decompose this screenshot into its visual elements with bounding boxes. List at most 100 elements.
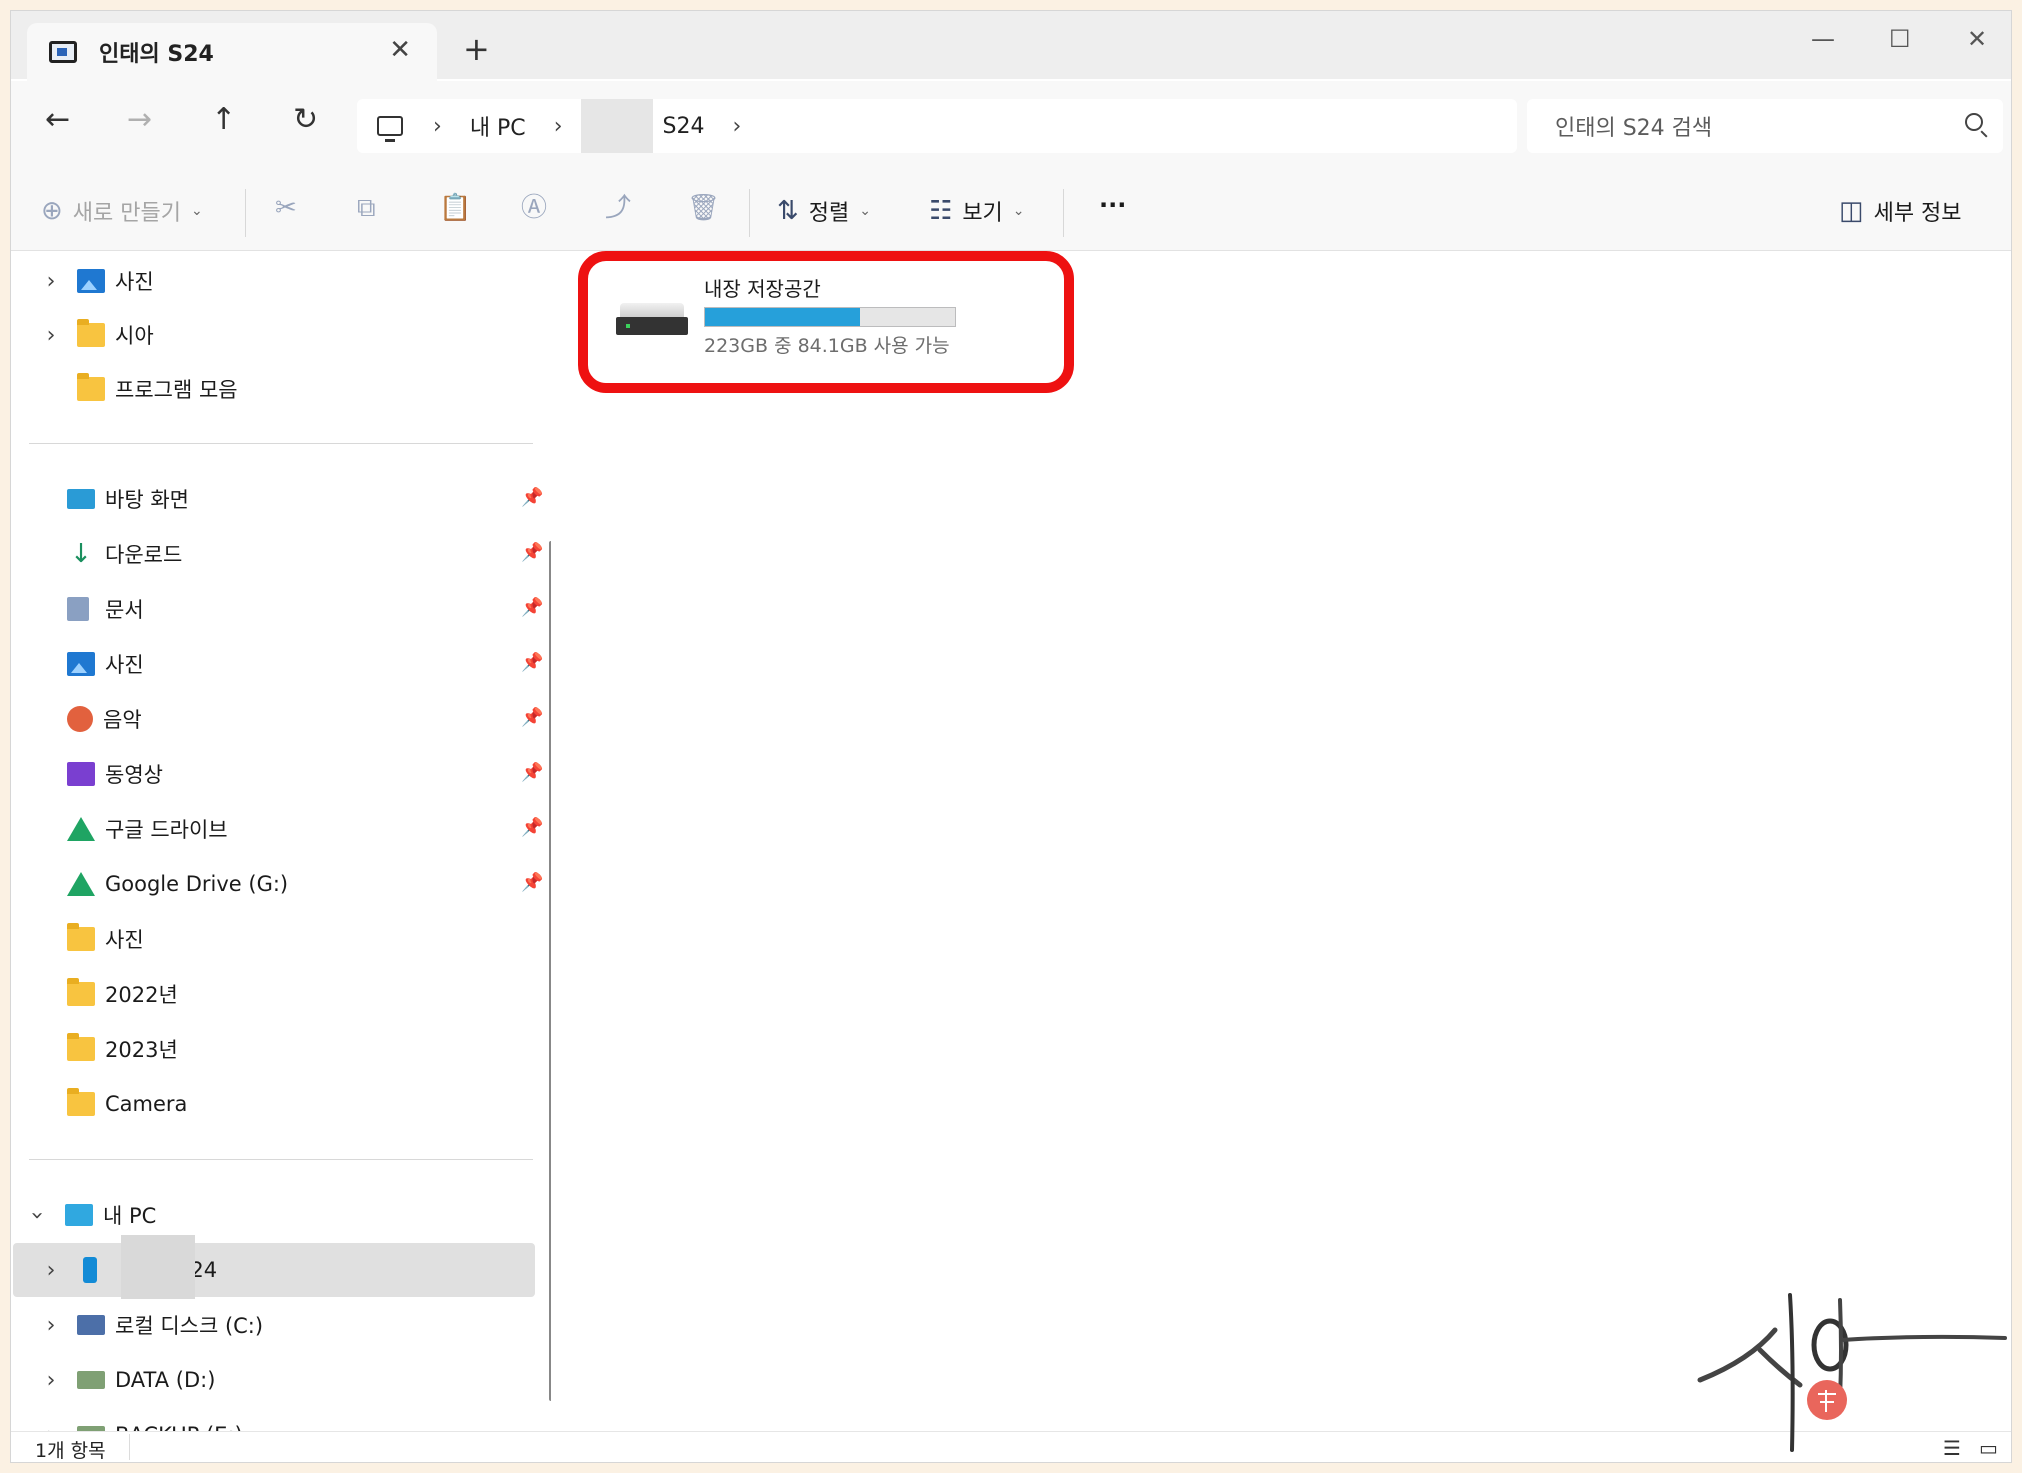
sidebar-item-label: 구글 드라이브 [105,818,228,842]
sidebar-item-downloads[interactable]: ↓ 다운로드 [67,528,182,580]
file-explorer-window: 인태의 S24 ✕ + — ☐ ✕ ← → ↑ ↻ › 내 PC › S24 ›… [10,10,2012,1463]
up-button[interactable]: ↑ [211,105,236,135]
copy-icon[interactable]: ⧉ [357,195,376,221]
toolbar-divider [245,189,246,237]
pin-icon[interactable]: 📌 [521,817,543,838]
pin-icon[interactable]: 📌 [521,872,543,893]
sidebar-item-2023[interactable]: 2023년 [67,1023,178,1075]
forward-button[interactable]: → [127,105,152,135]
sidebar-item-label: 다운로드 [105,543,183,567]
title-bar: 인태의 S24 ✕ + — ☐ ✕ [11,11,2011,81]
sidebar-item-music[interactable]: 음악 [67,693,142,745]
folder-icon [67,923,95,951]
phone-icon [83,1257,97,1283]
pin-icon[interactable]: 📌 [521,542,543,563]
folder-icon [77,319,105,347]
chevron-right-icon[interactable]: › [37,1313,65,1338]
folder-icon [67,1033,95,1061]
monitor-icon [65,1204,93,1226]
new-tab-button[interactable]: + [463,33,490,65]
search-box[interactable]: 인태의 S24 검색 [1527,99,2003,153]
pin-icon[interactable]: 📌 [521,652,543,673]
video-icon [67,762,95,786]
paste-icon[interactable]: 📋 [439,195,471,221]
photo-icon [67,652,95,676]
sidebar-item-photos-folder[interactable]: 사진 [67,913,144,965]
sidebar-item-label: 문서 [105,598,144,622]
sidebar-item-label: 2022년 [105,983,178,1007]
new-button[interactable]: ⊕ 새로 만들기 ⌄ [41,195,203,227]
sidebar-item-2022[interactable]: 2022년 [67,968,178,1020]
maximize-button[interactable]: ☐ [1889,25,1911,53]
folder-icon [67,1088,95,1116]
download-icon: ↓ [70,539,92,569]
tab-title: 인태의 S24 [99,42,214,67]
sidebar-item-camera[interactable]: Camera [67,1078,187,1130]
cut-icon[interactable]: ✂ [275,195,297,221]
sidebar-item-google-drive-kr[interactable]: 구글 드라이브 [67,803,228,855]
google-drive-icon [67,872,95,896]
view-icon: ☷ [929,196,953,226]
sidebar-item-sia[interactable]: › 시아 [37,309,154,361]
sidebar-item-documents[interactable]: 문서 [67,583,144,635]
breadcrumb-my-pc[interactable]: 내 PC [470,110,526,142]
sidebar-item-pictures[interactable]: 사진 [67,638,144,690]
close-button[interactable]: ✕ [1967,25,1987,53]
storage-usage-fill [705,308,860,326]
sidebar-item-this-pc[interactable]: › 내 PC [23,1189,156,1241]
sort-icon: ⇅ [777,196,799,226]
view-button[interactable]: ☷ 보기 ⌄ [929,195,1025,227]
search-icon[interactable] [1965,113,1983,131]
sidebar-item-local-disk-c[interactable]: › 로컬 디스크 (C:) [37,1299,263,1351]
sidebar-item-label: DATA (D:) [115,1368,216,1392]
sidebar-item-backup-e[interactable]: › BACKUP (E:) [37,1409,243,1431]
sidebar-item-google-drive-g[interactable]: Google Drive (G:) [67,858,288,910]
active-tab[interactable]: 인태의 S24 ✕ [27,23,437,81]
details-pane-button[interactable]: ◫ 세부 정보 [1839,195,1962,227]
minimize-button[interactable]: — [1811,25,1835,53]
folder-icon [77,373,105,401]
chevron-right-icon[interactable]: › [37,1423,65,1432]
share-icon[interactable]: ⤴ [605,195,631,221]
pin-icon[interactable]: 📌 [521,707,543,728]
sidebar-item-label: BACKUP (E:) [115,1423,243,1431]
sidebar-item-videos[interactable]: 동영상 [67,748,163,800]
more-options-button[interactable]: ··· [1099,191,1126,219]
chevron-right-icon[interactable]: › [37,1368,65,1393]
breadcrumb-separator[interactable]: › [554,114,563,139]
sidebar-item-label: 2023년 [105,1038,178,1062]
disk-icon [77,1371,105,1389]
drive-internal-storage[interactable]: 내장 저장공간 223GB 중 84.1GB 사용 가능 [578,251,1074,393]
rename-icon[interactable]: Ⓐ [521,195,547,221]
sidebar-item-label: 바탕 화면 [105,488,189,512]
sidebar-item-label: 음악 [103,708,142,732]
sidebar-item-label: 프로그램 모음 [115,378,238,402]
chevron-right-icon[interactable]: › [37,1258,65,1283]
plus-circle-icon: ⊕ [41,196,63,226]
refresh-button[interactable]: ↻ [293,105,318,135]
chevron-right-icon[interactable]: › [37,323,65,348]
sidebar-item-label: 사진 [115,270,154,294]
sort-button[interactable]: ⇅ 정렬 ⌄ [777,195,871,227]
breadcrumb-s24[interactable]: S24 [663,114,705,139]
tab-close-button[interactable]: ✕ [389,35,411,65]
delete-icon[interactable]: 🗑 [687,195,720,221]
sidebar-item-desktop[interactable]: 바탕 화면 [67,473,189,525]
sidebar-item-label: 동영상 [105,763,163,787]
drive-name: 내장 저장공간 [704,277,821,301]
sidebar-scrollbar[interactable] [549,541,551,1401]
chevron-down-icon[interactable]: › [25,1201,50,1229]
back-button[interactable]: ← [45,105,70,135]
sidebar-item-data-d[interactable]: › DATA (D:) [37,1354,216,1406]
sidebar-item-programs[interactable]: 프로그램 모음 [77,363,238,415]
pin-icon[interactable]: 📌 [521,762,543,783]
view-label: 보기 [962,201,1003,226]
pin-icon[interactable]: 📌 [521,597,543,618]
sidebar-item-photos[interactable]: › 사진 [37,255,154,307]
music-icon [67,706,93,732]
pin-icon[interactable]: 📌 [521,487,543,508]
chevron-right-icon[interactable]: › [37,269,65,294]
sidebar-item-label: 사진 [105,653,144,677]
address-bar[interactable]: › 내 PC › S24 › [357,99,1517,153]
breadcrumb-separator[interactable]: › [732,114,741,139]
